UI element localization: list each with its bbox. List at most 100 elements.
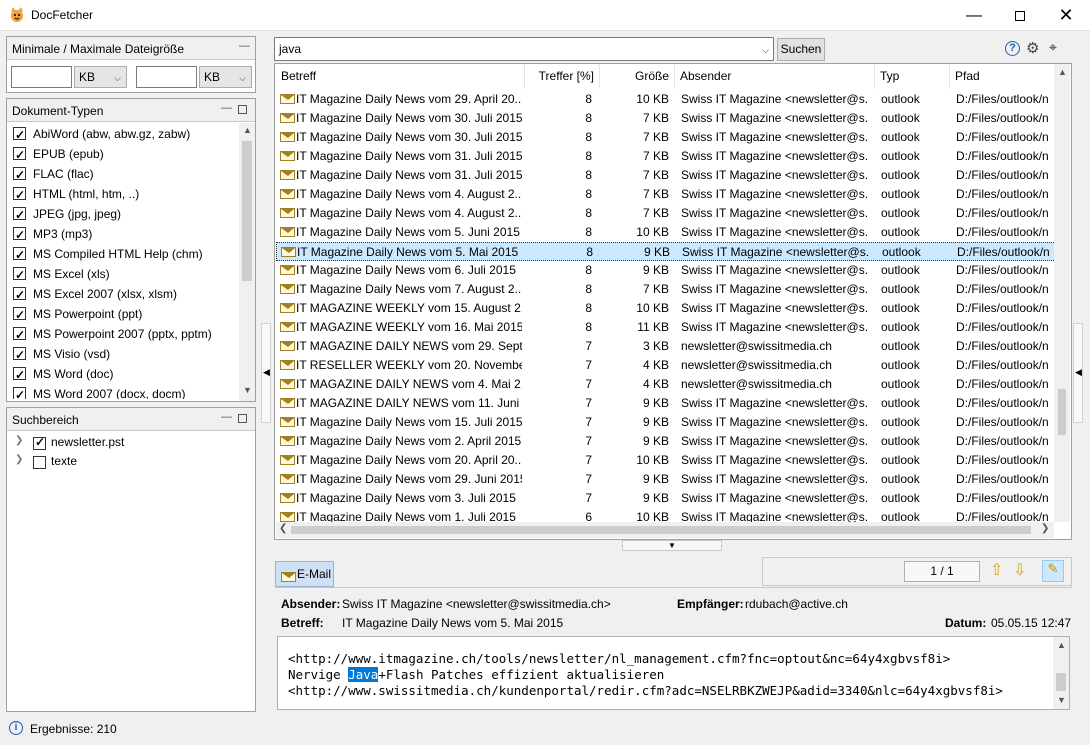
chevron-down-icon[interactable]: ▼ bbox=[243, 385, 252, 395]
chevron-up-icon[interactable]: ▲ bbox=[1058, 67, 1067, 77]
type-item[interactable]: MS Excel (xls) bbox=[7, 264, 239, 285]
type-item[interactable]: AbiWord (abw, abw.gz, zabw) bbox=[7, 124, 239, 145]
table-row[interactable]: IT MAGAZINE DAILY NEWS vom 11. Juni ... 7… bbox=[276, 394, 1056, 413]
arrow-up-icon[interactable]: ⇧ bbox=[990, 560, 1003, 580]
table-row[interactable]: IT Magazine Daily News vom 1. Juli 2015 6… bbox=[276, 508, 1056, 522]
type-item[interactable]: MP3 (mp3) bbox=[7, 224, 239, 245]
settings-icon[interactable]: ⚙ bbox=[1026, 39, 1039, 57]
type-item[interactable]: FLAC (flac) bbox=[7, 164, 239, 185]
col-header-absender[interactable]: Absender bbox=[675, 64, 875, 89]
chevron-down-icon[interactable]: ⌵ bbox=[762, 45, 769, 56]
help-icon[interactable]: ? bbox=[1005, 41, 1020, 56]
table-row[interactable]: IT Magazine Daily News vom 20. April 20.… bbox=[276, 451, 1056, 470]
scrollbar-thumb[interactable] bbox=[291, 526, 1031, 534]
type-checkbox[interactable] bbox=[13, 205, 26, 225]
type-checkbox[interactable] bbox=[13, 285, 26, 305]
table-row[interactable]: IT Magazine Daily News vom 4. August 2..… bbox=[276, 185, 1056, 204]
tab-email[interactable]: E-Mail bbox=[275, 561, 334, 587]
minimize-panel-icon[interactable]: — bbox=[221, 103, 232, 114]
minimize-icon[interactable]: — bbox=[951, 0, 997, 31]
col-header-pfad[interactable]: Pfad bbox=[950, 64, 1060, 89]
table-vscrollbar[interactable]: ▲ bbox=[1054, 64, 1070, 522]
expand-icon[interactable]: ❯ bbox=[15, 435, 23, 446]
minimize-panel-icon[interactable]: — bbox=[239, 41, 250, 52]
table-row[interactable]: IT Magazine Daily News vom 4. August 2..… bbox=[276, 204, 1056, 223]
arrow-down-icon[interactable]: ⇩ bbox=[1013, 560, 1026, 580]
table-row[interactable]: IT MAGAZINE DAILY NEWS vom 29. Sept... 7 3… bbox=[276, 337, 1056, 356]
email-body[interactable]: <http://www.itmagazine.ch/tools/newslett… bbox=[277, 636, 1070, 710]
table-row[interactable]: IT Magazine Daily News vom 5. Mai 2015 8 9… bbox=[276, 242, 1056, 261]
table-row[interactable]: IT Magazine Daily News vom 29. Juni 2015… bbox=[276, 470, 1056, 489]
type-checkbox[interactable] bbox=[13, 365, 26, 385]
table-hscrollbar[interactable]: ❮ ❯ bbox=[276, 522, 1054, 538]
type-item[interactable]: MS Visio (vsd) bbox=[7, 344, 239, 365]
type-checkbox[interactable] bbox=[13, 265, 26, 285]
type-checkbox[interactable] bbox=[13, 125, 26, 145]
type-item[interactable]: MS Powerpoint 2007 (pptx, pptm) bbox=[7, 324, 239, 345]
chevron-right-icon[interactable]: ❯ bbox=[1041, 523, 1049, 534]
type-checkbox[interactable] bbox=[13, 245, 26, 265]
maximize-panel-icon[interactable] bbox=[238, 414, 247, 423]
type-item[interactable]: JPEG (jpg, jpeg) bbox=[7, 204, 239, 225]
table-row[interactable]: IT RESELLER WEEKLY vom 20. November ... 7… bbox=[276, 356, 1056, 375]
collapse-right-handle[interactable]: ◀ bbox=[1073, 323, 1083, 423]
chevron-up-icon[interactable]: ▲ bbox=[243, 125, 252, 135]
type-checkbox[interactable] bbox=[13, 345, 26, 365]
min-unit-select[interactable]: KB ⌵ bbox=[74, 66, 127, 88]
maximize-panel-icon[interactable] bbox=[238, 105, 247, 114]
type-item[interactable]: HTML (html, htm, ..) bbox=[7, 184, 239, 205]
type-checkbox[interactable] bbox=[13, 325, 26, 345]
table-row[interactable]: IT Magazine Daily News vom 7. August 2..… bbox=[276, 280, 1056, 299]
table-row[interactable]: IT MAGAZINE DAILY NEWS vom 4. Mai 2... 7 4… bbox=[276, 375, 1056, 394]
type-item[interactable]: MS Word 2007 (docx, docm) bbox=[7, 384, 239, 399]
table-row[interactable]: IT Magazine Daily News vom 3. Juli 2015 7… bbox=[276, 489, 1056, 508]
search-input[interactable]: java ⌵ bbox=[274, 37, 774, 61]
min-size-input[interactable] bbox=[11, 66, 72, 88]
search-button[interactable]: Suchen bbox=[777, 38, 825, 61]
body-scrollbar[interactable]: ▲ ▼ bbox=[1053, 637, 1069, 709]
type-item[interactable]: MS Compiled HTML Help (chm) bbox=[7, 244, 239, 265]
scope-item-texte[interactable]: texte bbox=[51, 454, 77, 468]
col-header-betreff[interactable]: Betreff bbox=[276, 64, 525, 89]
scope-item-checkbox[interactable] bbox=[33, 455, 46, 470]
table-row[interactable]: IT Magazine Daily News vom 6. Juli 2015 8… bbox=[276, 261, 1056, 280]
chevron-up-icon[interactable]: ▲ bbox=[1057, 640, 1066, 650]
table-row[interactable]: IT Magazine Daily News vom 30. Juli 2015… bbox=[276, 109, 1056, 128]
col-header-typ[interactable]: Typ bbox=[875, 64, 950, 89]
col-header-treffer[interactable]: Treffer [%] bbox=[525, 64, 600, 89]
type-item[interactable]: EPUB (epub) bbox=[7, 144, 239, 165]
table-row[interactable]: IT MAGAZINE WEEKLY vom 16. Mai 2015... 8 1… bbox=[276, 318, 1056, 337]
expand-icon[interactable]: ❯ bbox=[15, 454, 23, 465]
scrollbar-thumb[interactable] bbox=[242, 141, 252, 281]
collapse-left-handle[interactable]: ◀ bbox=[261, 323, 271, 423]
fullscreen-icon[interactable]: ⌖ bbox=[1049, 39, 1057, 56]
col-header-groesse[interactable]: Größe bbox=[600, 64, 675, 89]
scrollbar-thumb[interactable] bbox=[1058, 389, 1066, 435]
maximize-icon[interactable] bbox=[997, 0, 1043, 31]
type-item[interactable]: MS Powerpoint (ppt) bbox=[7, 304, 239, 325]
chevron-left-icon[interactable]: ❮ bbox=[279, 523, 287, 534]
type-checkbox[interactable] bbox=[13, 165, 26, 185]
table-row[interactable]: IT MAGAZINE WEEKLY vom 15. August 2... 8 1… bbox=[276, 299, 1056, 318]
type-item[interactable]: MS Excel 2007 (xlsx, xlsm) bbox=[7, 284, 239, 305]
max-unit-select[interactable]: KB ⌵ bbox=[199, 66, 252, 88]
table-row[interactable]: IT Magazine Daily News vom 5. Juni 2015 8… bbox=[276, 223, 1056, 242]
type-checkbox[interactable] bbox=[13, 305, 26, 325]
minimize-panel-icon[interactable]: — bbox=[221, 412, 232, 423]
table-row[interactable]: IT Magazine Daily News vom 2. April 2015… bbox=[276, 432, 1056, 451]
type-checkbox[interactable] bbox=[13, 385, 26, 399]
chevron-down-icon[interactable]: ▼ bbox=[1057, 695, 1066, 705]
scrollbar-thumb[interactable] bbox=[1056, 673, 1066, 691]
highlight-icon[interactable]: ✎ bbox=[1042, 560, 1064, 582]
max-size-input[interactable] bbox=[136, 66, 197, 88]
table-row[interactable]: IT Magazine Daily News vom 30. Juli 2015… bbox=[276, 128, 1056, 147]
type-checkbox[interactable] bbox=[13, 225, 26, 245]
scope-item-checkbox[interactable] bbox=[33, 435, 46, 451]
table-row[interactable]: IT Magazine Daily News vom 31. Juli 2015… bbox=[276, 166, 1056, 185]
table-row[interactable]: IT Magazine Daily News vom 31. Juli 2015… bbox=[276, 147, 1056, 166]
splitter-handle[interactable]: ▼ bbox=[622, 540, 722, 551]
type-checkbox[interactable] bbox=[13, 145, 26, 165]
types-scrollbar[interactable]: ▲ ▼ bbox=[239, 123, 255, 401]
close-icon[interactable]: ✕ bbox=[1043, 0, 1089, 31]
type-checkbox[interactable] bbox=[13, 185, 26, 205]
